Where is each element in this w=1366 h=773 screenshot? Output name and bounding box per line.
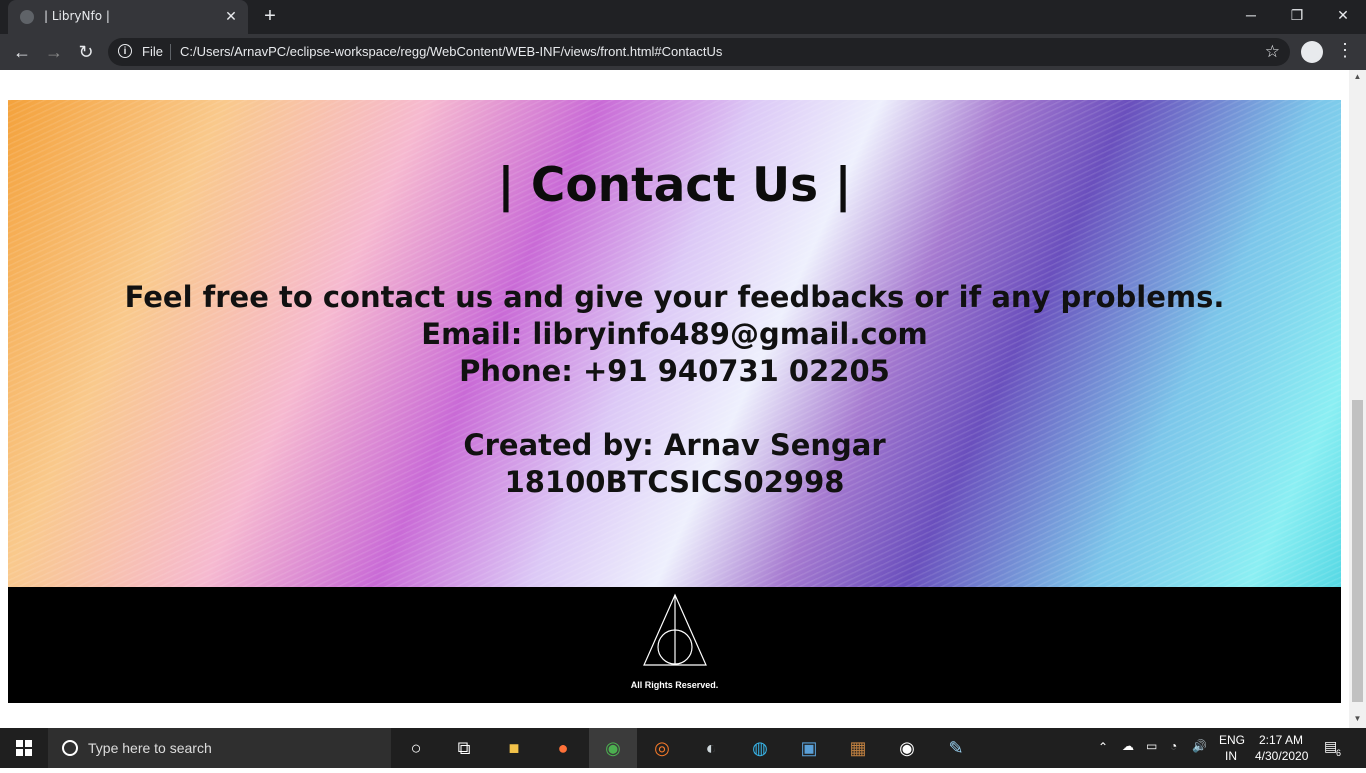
search-placeholder: Type here to search <box>88 740 212 756</box>
volume-icon[interactable]: 🔊 <box>1192 739 1207 753</box>
tab-title: | LibryNfo | <box>44 9 110 23</box>
bookmark-star-icon[interactable]: ☆ <box>1265 42 1280 62</box>
minimize-icon[interactable]: ─ <box>1228 0 1274 30</box>
scroll-up-icon[interactable]: ▲ <box>1349 72 1366 84</box>
windows-start-icon[interactable] <box>0 728 48 768</box>
reload-icon[interactable]: ↻ <box>74 40 98 64</box>
back-icon[interactable]: ← <box>10 40 34 64</box>
edge-icon[interactable]: ◍ <box>746 734 774 762</box>
tab-strip: | LibryNfo | ✕ + ─ ❐ ✕ <box>0 0 1366 34</box>
url-text[interactable]: C:/Users/ArnavPC/eclipse-workspace/regg/… <box>180 44 722 59</box>
info-icon[interactable]: i <box>118 44 132 58</box>
contact-title: | Contact Us | <box>497 158 852 213</box>
file-label: File <box>142 44 163 59</box>
menu-dots-icon[interactable]: ⋮ <box>1336 40 1354 61</box>
contact-section: | Contact Us | Feel free to contact us a… <box>8 100 1341 587</box>
contact-message: Feel free to contact us and give your fe… <box>124 280 1225 314</box>
profile-avatar-icon[interactable] <box>1301 41 1323 63</box>
wifi-icon[interactable]: ◔ <box>1170 739 1177 753</box>
page-viewport: | Contact Us | Feel free to contact us a… <box>0 70 1366 728</box>
mysql-workbench-icon[interactable]: ▣ <box>795 734 823 762</box>
browser-tab[interactable]: | LibryNfo | ✕ <box>8 0 248 34</box>
footer-rights: All Rights Reserved. <box>630 680 719 690</box>
address-bar[interactable]: i File C:/Users/ArnavPC/eclipse-workspac… <box>108 38 1290 66</box>
chrome-icon[interactable]: ◉ <box>599 734 627 762</box>
battery-icon[interactable]: ▭ <box>1146 739 1157 753</box>
search-icon <box>62 740 78 756</box>
game-icon[interactable]: ▦ <box>844 734 872 762</box>
onedrive-icon[interactable]: ☁ <box>1122 739 1134 753</box>
scroll-thumb[interactable] <box>1352 400 1363 702</box>
globe-icon <box>20 10 34 24</box>
task-view-icon[interactable]: ⧉ <box>450 734 478 762</box>
browser-toolbar: ← → ↻ i File C:/Users/ArnavPC/eclipse-wo… <box>0 34 1366 70</box>
file-explorer-icon[interactable]: ■ <box>500 734 528 762</box>
clock-time[interactable]: 2:17 AM <box>1259 733 1303 747</box>
forward-icon[interactable]: → <box>42 40 66 64</box>
contact-phone: Phone: +91 940731 02205 <box>459 354 890 388</box>
divider <box>170 44 171 60</box>
contact-email: Email: libryinfo489@gmail.com <box>421 317 928 351</box>
clock-date[interactable]: 4/30/2020 <box>1255 749 1308 763</box>
cortana-icon[interactable]: ○ <box>402 734 430 762</box>
notification-count: 6 <box>1336 748 1342 758</box>
taskbar: Type here to search ○ ⧉ ■ ● ◉ ◎ ◐ ◍ ▣ ▦ … <box>0 728 1366 768</box>
language-region[interactable]: IN <box>1225 749 1237 763</box>
scroll-down-icon[interactable]: ▼ <box>1349 714 1366 726</box>
obs-icon[interactable]: ◉ <box>893 734 921 762</box>
language-code[interactable]: ENG <box>1219 733 1245 747</box>
show-hidden-icons[interactable]: ⌃ <box>1098 740 1108 754</box>
paint-icon[interactable]: ✎ <box>942 734 970 762</box>
deathly-hallows-logo-icon <box>643 593 707 666</box>
roll-number: 18100BTCSICS02998 <box>504 465 845 499</box>
close-window-icon[interactable]: ✕ <box>1320 0 1366 30</box>
new-tab-button[interactable]: + <box>258 5 282 29</box>
eclipse-icon[interactable]: ◐ <box>697 734 725 762</box>
taskbar-search[interactable]: Type here to search <box>48 728 391 768</box>
footer: All Rights Reserved. <box>8 587 1341 703</box>
blender-icon[interactable]: ◎ <box>648 734 676 762</box>
vertical-scrollbar[interactable]: ▲ ▼ <box>1349 70 1366 728</box>
close-tab-icon[interactable]: ✕ <box>222 7 240 25</box>
restore-icon[interactable]: ❐ <box>1274 0 1320 30</box>
created-by: Created by: Arnav Sengar <box>463 428 886 462</box>
firefox-icon[interactable]: ● <box>549 734 577 762</box>
